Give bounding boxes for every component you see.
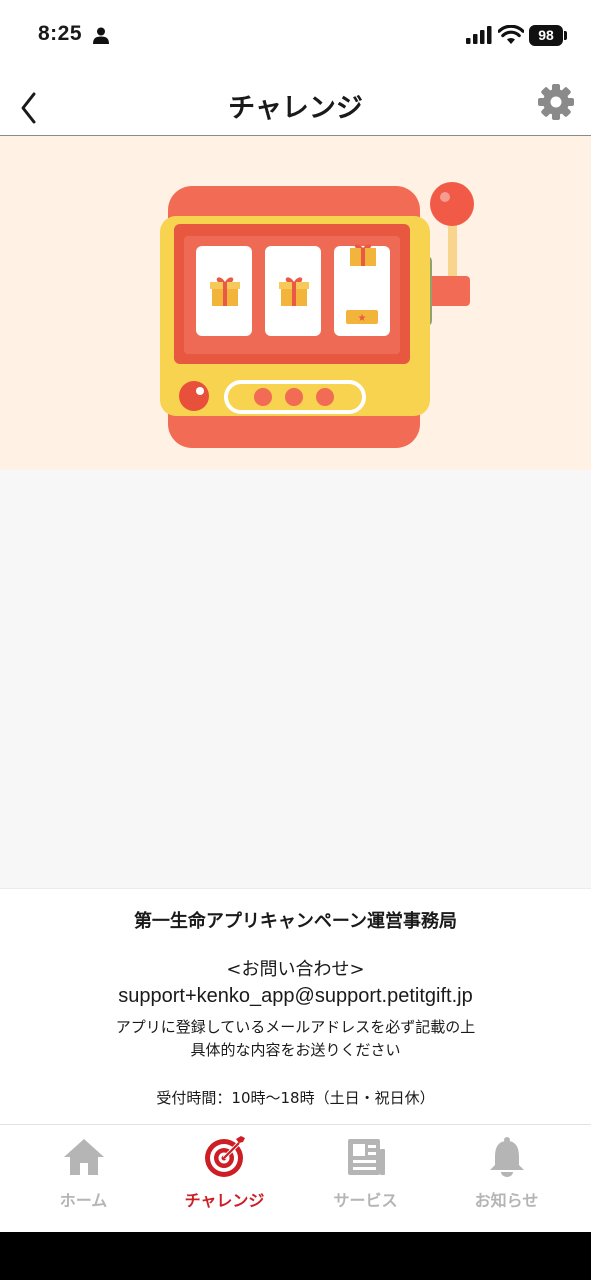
contact-footer: 第一生命アプリキャンペーン運営事務局 <お問い合わせ> support+kenk… (0, 888, 591, 1125)
wifi-icon (498, 25, 524, 44)
bell-icon (489, 1137, 524, 1177)
home-icon (63, 1139, 104, 1175)
office-name: 第一生命アプリキャンペーン運営事務局 (133, 911, 458, 932)
person-icon (93, 27, 109, 44)
tab-service-label: サービス (333, 1191, 398, 1210)
tab-home-label: ホーム (59, 1191, 108, 1210)
target-icon (204, 1136, 245, 1177)
status-time: 8:25 (38, 22, 83, 45)
tab-notice[interactable]: お知らせ (433, 1135, 580, 1215)
hero-banner: ★ (0, 136, 591, 470)
page-title: チャレンジ (228, 93, 363, 124)
nav-bar: チャレンジ (0, 72, 591, 136)
inquiry-heading: <お問い合わせ> (226, 959, 365, 980)
inquiry-note-line2: 具体的な内容をお送りください (190, 1041, 401, 1059)
tab-home[interactable]: ホーム (10, 1135, 157, 1215)
gear-icon (538, 84, 574, 120)
battery-icon: 98 (529, 25, 563, 46)
reception-hours: 受付時間：10時〜18時（土日・祝日休） (156, 1089, 435, 1107)
status-bar: 8:25 98 (0, 0, 591, 72)
signal-icon (466, 26, 492, 44)
svg-text:★: ★ (358, 313, 367, 324)
tab-service[interactable]: サービス (292, 1135, 439, 1215)
newspaper-icon (347, 1139, 385, 1175)
inquiry-note-line1: アプリに登録しているメールアドレスを必ず記載の上 (115, 1018, 476, 1036)
slot-machine-illustration: ★ (160, 182, 474, 448)
support-email-link[interactable]: support+kenko_app@support.petitgift.jp (0, 985, 591, 1008)
home-indicator-area (0, 1232, 591, 1280)
settings-button[interactable] (536, 82, 576, 122)
tab-notice-label: お知らせ (474, 1191, 539, 1210)
tab-challenge[interactable]: チャレンジ (151, 1135, 298, 1215)
tab-challenge-label: チャレンジ (184, 1191, 265, 1210)
tab-bar: ホーム チャレンジ サービス お知らせ (0, 1124, 591, 1233)
battery-tip (564, 31, 567, 40)
